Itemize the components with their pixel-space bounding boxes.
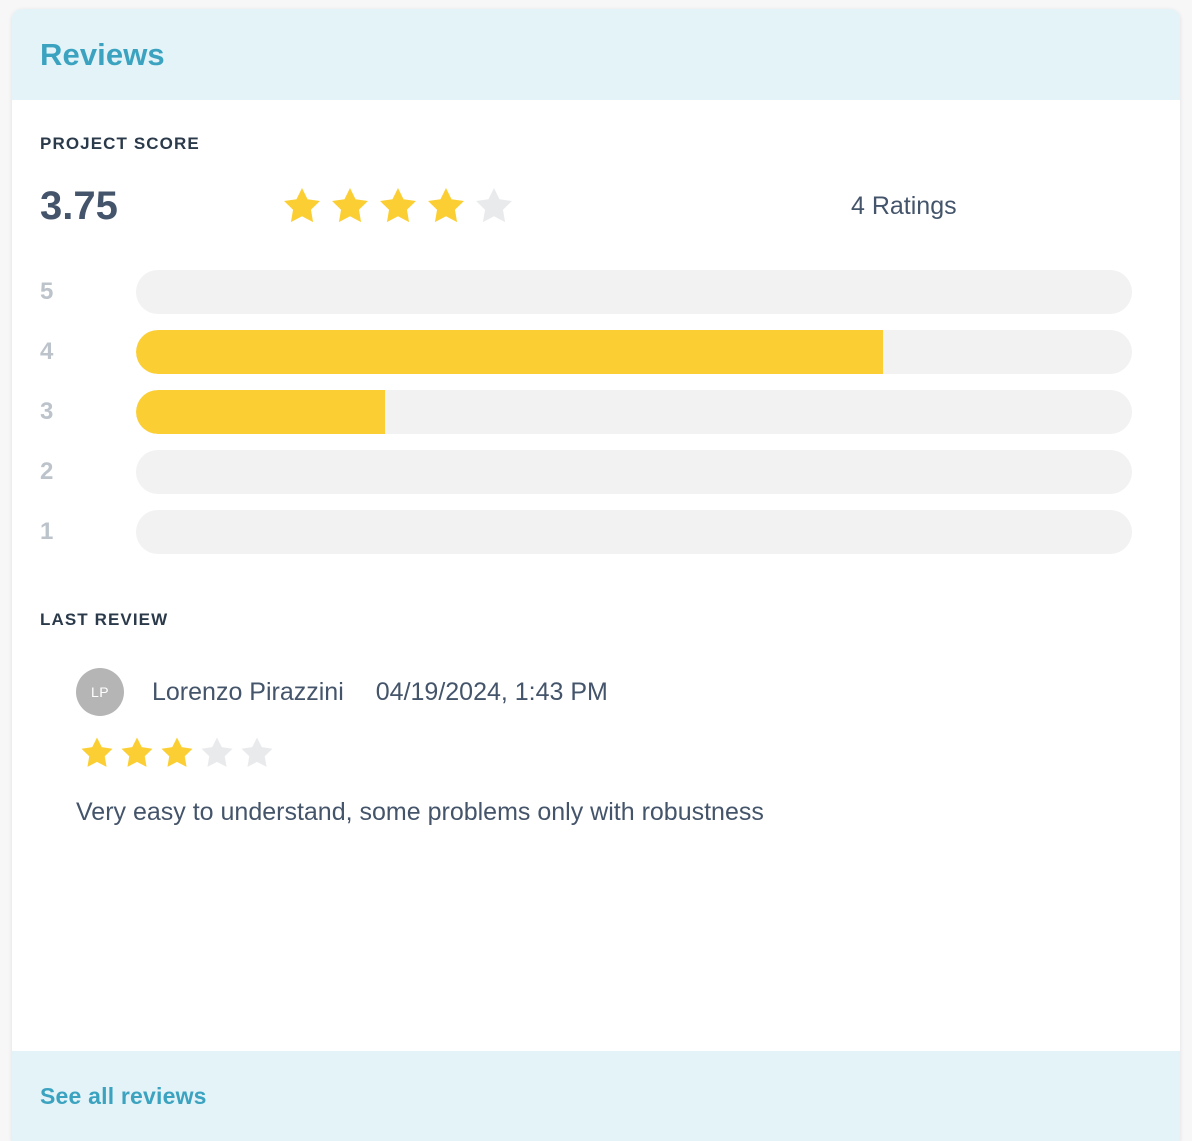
review-date: 04/19/2024, 1:43 PM [375, 677, 608, 706]
project-score-label: PROJECT SCORE [40, 134, 200, 153]
review-star-empty-icon [238, 734, 276, 772]
see-all-reviews-link[interactable]: See all reviews [40, 1083, 207, 1110]
rating-distribution-chart: 5 4 3 2 1 [40, 262, 1152, 562]
card-header: Reviews [12, 9, 1180, 100]
review-meta: LP Lorenzo Pirazzini 04/19/2024, 1:43 PM [76, 668, 1152, 716]
reviews-card: Reviews PROJECT SCORE 3.75 4 Ratings 5 4 3… [12, 9, 1180, 1141]
rating-bar-label: 5 [40, 278, 54, 305]
review-item: LP Lorenzo Pirazzini 04/19/2024, 1:43 PM… [40, 668, 1152, 829]
rating-bar-row: 4 [40, 322, 1152, 382]
card-footer: See all reviews [12, 1051, 1180, 1141]
rating-bar-label: 4 [40, 338, 54, 365]
card-body: PROJECT SCORE 3.75 4 Ratings 5 4 3 2 1 LAST … [12, 134, 1180, 829]
project-score-star-filled-icon [280, 184, 324, 228]
project-score-star-empty-icon [472, 184, 516, 228]
review-rating-stars [78, 734, 1152, 772]
review-text: Very easy to understand, some problems o… [76, 798, 764, 826]
project-score-value: 3.75 [40, 184, 118, 228]
rating-bar-row: 1 [40, 502, 1152, 562]
project-score-star-filled-icon [376, 184, 420, 228]
review-star-filled-icon [78, 734, 116, 772]
rating-bar-track [136, 390, 1132, 434]
rating-bar-label: 3 [40, 398, 54, 425]
project-score-star-filled-icon [328, 184, 372, 228]
project-score-row: 3.75 4 Ratings [40, 178, 1152, 234]
project-score-stars [280, 184, 516, 228]
review-star-filled-icon [118, 734, 156, 772]
rating-bar-label: 1 [40, 518, 54, 545]
avatar: LP [76, 668, 124, 716]
rating-bar-label: 2 [40, 458, 54, 485]
review-star-empty-icon [198, 734, 236, 772]
rating-bar-track [136, 270, 1132, 314]
rating-bar-track [136, 450, 1132, 494]
rating-bar-row: 2 [40, 442, 1152, 502]
project-score-star-filled-icon [424, 184, 468, 228]
rating-bar-fill [136, 390, 385, 434]
review-star-filled-icon [158, 734, 196, 772]
ratings-count-label: 4 Ratings [851, 191, 957, 220]
rating-bar-row: 5 [40, 262, 1152, 322]
page-title: Reviews [40, 36, 165, 72]
rating-bar-row: 3 [40, 382, 1152, 442]
last-review-label: LAST REVIEW [40, 610, 169, 629]
rating-bar-track [136, 330, 1132, 374]
rating-bar-fill [136, 330, 883, 374]
reviewer-name: Lorenzo Pirazzini [152, 677, 344, 706]
rating-bar-track [136, 510, 1132, 554]
